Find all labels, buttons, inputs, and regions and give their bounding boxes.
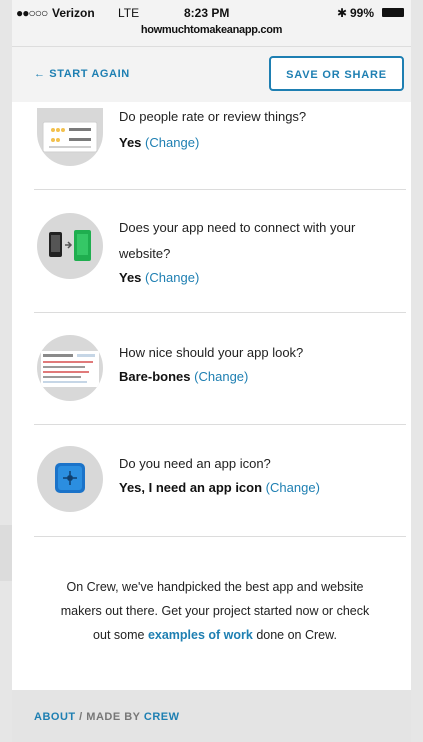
battery-percent: 99% [350,6,375,20]
about-link[interactable]: ABOUT [34,711,76,723]
answer-text: Yes (Change) [119,133,409,153]
carrier-name: Verizon [52,6,95,20]
start-again-link[interactable]: ← START AGAIN [34,68,130,80]
divider [34,424,406,425]
signal-strength: ●●○○○ [16,6,48,20]
change-link[interactable]: (Change) [145,135,199,150]
answer-value: Bare-bones [119,369,191,384]
examples-of-work-link[interactable]: examples of work [148,628,253,642]
question-text: How nice should your app look? [119,345,304,360]
address-bar[interactable]: howmuchtomakeanapp.com [12,24,411,36]
divider [34,536,406,537]
answer-text: Yes (Change) [119,268,409,288]
answer-text: Bare-bones (Change) [119,367,409,387]
crew-promo-text: On Crew, we've handpicked the best app a… [60,580,370,642]
rating-icon [37,108,103,166]
divider [34,189,406,190]
nav-bar: ← START AGAIN SAVE OR SHARE [12,47,411,102]
design-icon [37,335,103,401]
question-text: Do you need an app icon? [119,456,271,471]
footer-separator: / [79,711,83,723]
background-panel [0,525,12,581]
question-text: Do people rate or review things? [119,109,307,124]
answer-text: Yes, I need an app icon (Change) [119,478,409,498]
change-link[interactable]: (Change) [266,480,320,495]
answer-value: Yes, I need an app icon [119,480,263,495]
phone-screen: ●●○○○ Verizon LTE 8:23 PM ✱ 99% howmucht… [0,0,423,742]
question-text: Does your app need to connect with your … [119,220,356,261]
bluetooth-icon: ✱ [337,6,348,20]
divider [34,312,406,313]
battery-icon [382,8,404,17]
app-icon-icon [37,446,103,512]
answer-value: Yes [119,135,142,150]
status-bar: ●●○○○ Verizon LTE 8:23 PM ✱ 99% howmucht… [12,0,411,47]
crew-link[interactable]: CREW [144,711,180,723]
network-type: LTE [118,6,140,20]
save-or-share-button[interactable]: SAVE OR SHARE [269,56,404,91]
change-link[interactable]: (Change) [145,270,199,285]
page-content: ●●○○○ Verizon LTE 8:23 PM ✱ 99% howmucht… [12,0,411,742]
made-by-label: MADE BY [86,711,141,723]
change-link[interactable]: (Change) [194,369,248,384]
connect-website-icon [37,213,103,279]
answer-value: Yes [119,270,142,285]
clock: 8:23 PM [184,6,230,20]
footer-bar: ABOUT / MADE BY CREW [12,690,411,742]
